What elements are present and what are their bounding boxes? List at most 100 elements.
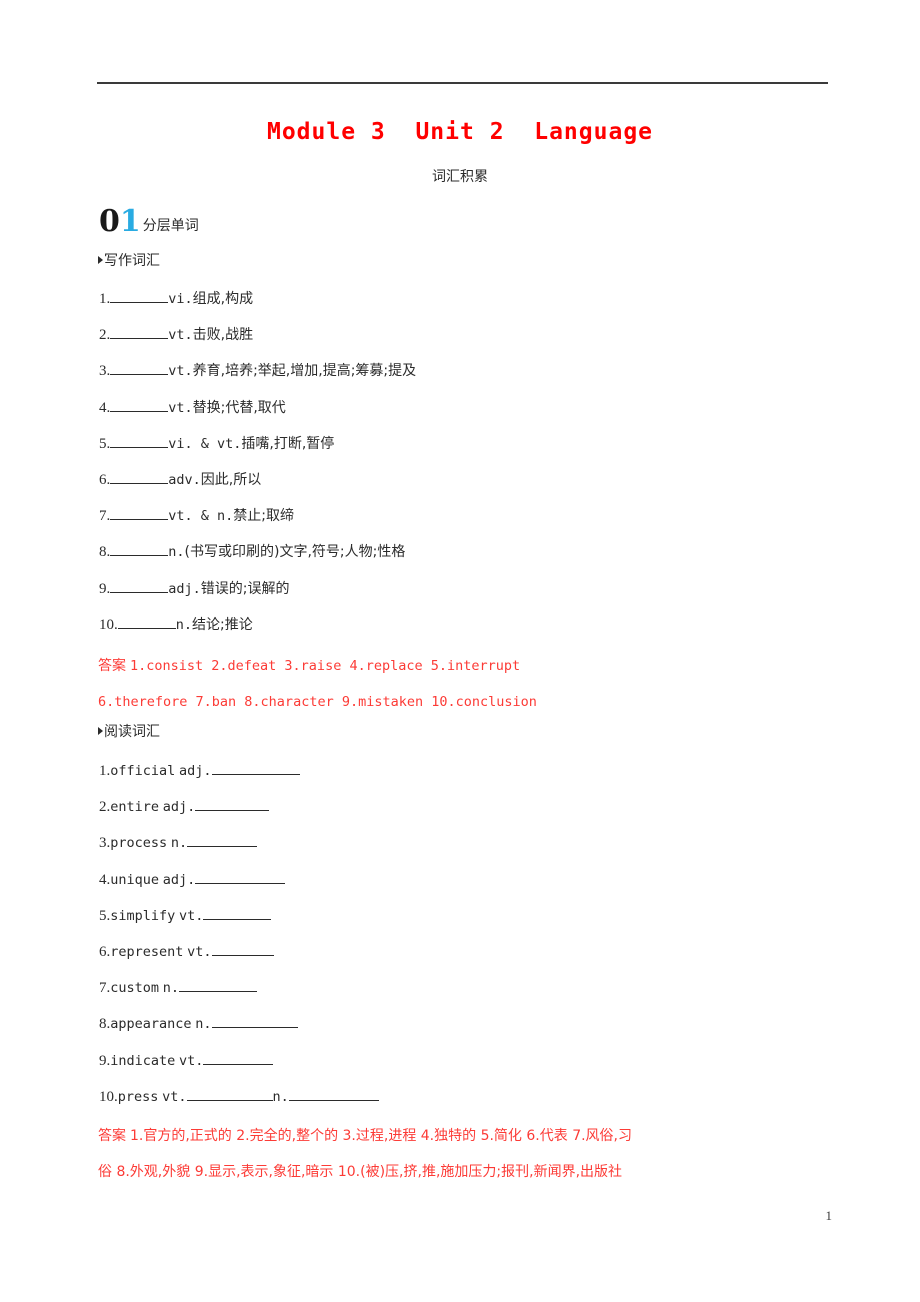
- part-of-speech: n.: [168, 544, 185, 561]
- reading-answers-text-1: 1.官方的,正式的 2.完全的,整个的 3.过程,进程 4.独特的 5.简化 6…: [130, 1128, 633, 1144]
- writing-vocab-item: 4. vt.替换;代替,取代: [99, 398, 286, 418]
- answer-blank[interactable]: [203, 906, 272, 920]
- writing-vocab-item: 10. n.结论;推论: [99, 615, 253, 635]
- triangle-bullet-icon: [98, 256, 103, 264]
- reading-vocab-item: 3.process n.: [99, 833, 258, 853]
- writing-answers-line-2: 6.therefore 7.ban 8.character 9.mistaken…: [98, 694, 537, 710]
- english-word: simplify: [110, 907, 176, 924]
- answer-blank[interactable]: [211, 942, 274, 956]
- answer-blank-secondary[interactable]: [288, 1087, 379, 1101]
- part-of-speech: adj.: [162, 799, 196, 816]
- answer-blank[interactable]: [117, 615, 176, 629]
- page-subtitle: 词汇积累: [432, 169, 488, 185]
- reading-answers-line-2: 俗 8.外观,外貌 9.显示,表示,象征,暗示 10.(被)压,挤,推,施加压力…: [98, 1164, 623, 1180]
- part-of-speech: vt.: [168, 327, 193, 344]
- section-badge-label: 分层单词: [142, 218, 199, 234]
- item-index: 10.: [99, 1088, 118, 1105]
- item-meaning: 结论;推论: [192, 616, 253, 633]
- english-word: represent: [110, 944, 184, 960]
- answer-blank[interactable]: [186, 1087, 273, 1101]
- part-of-speech: vt.: [168, 363, 193, 380]
- item-meaning: (书写或印刷的)文字,符号;人物;性格: [184, 544, 406, 561]
- reading-vocab-heading: 阅读词汇: [98, 721, 160, 741]
- part-of-speech: n.: [175, 616, 193, 633]
- part-of-speech: adj.: [179, 763, 212, 779]
- reading-answers-line-1: 答案 1.官方的,正式的 2.完全的,整个的 3.过程,进程 4.独特的 5.简…: [98, 1118, 833, 1154]
- header-divider: [97, 82, 828, 84]
- english-word: custom: [110, 980, 160, 997]
- page-title: Module 3 Unit 2 Language: [266, 119, 654, 145]
- item-index: 4.: [99, 871, 111, 888]
- answer-blank[interactable]: [195, 797, 270, 812]
- writing-vocab-heading: 写作词汇: [98, 250, 160, 270]
- badge-digit-one: 1: [119, 204, 141, 239]
- part-of-speech: n.: [170, 835, 188, 852]
- answer-blank[interactable]: [211, 761, 300, 775]
- item-meaning: 养育,培养;举起,增加,提高;筹募;提及: [192, 363, 417, 380]
- answer-blank[interactable]: [110, 289, 169, 303]
- part-of-speech: vt.: [187, 944, 212, 960]
- reading-vocab-item: 8.appearance n.: [99, 1014, 298, 1034]
- answer-blank[interactable]: [110, 506, 169, 521]
- english-word: unique: [110, 871, 160, 888]
- answer-blank[interactable]: [211, 1014, 298, 1029]
- part-of-speech: vt.: [179, 907, 204, 924]
- item-index: 5.: [99, 907, 111, 924]
- item-index: 3.: [99, 363, 111, 380]
- answer-blank[interactable]: [110, 470, 169, 484]
- writing-vocab-item: 9. adj.错误的;误解的: [99, 579, 289, 599]
- answer-blank[interactable]: [110, 398, 169, 412]
- part-of-speech: n.: [195, 1016, 212, 1033]
- answer-blank[interactable]: [195, 870, 286, 884]
- reading-answers-block: 答案 1.官方的,正式的 2.完全的,整个的 3.过程,进程 4.独特的 5.简…: [98, 1118, 833, 1190]
- part-of-speech: vt.: [162, 1088, 187, 1105]
- item-meaning: 禁止;取缔: [233, 508, 294, 525]
- answer-blank[interactable]: [203, 1051, 274, 1065]
- english-word: indicate: [110, 1052, 176, 1069]
- part-of-speech: adj.: [162, 871, 196, 888]
- writing-answers-block: 答案 1.consist 2.defeat 3.raise 4.replace …: [98, 648, 833, 720]
- reading-vocab-item: 10.press vt. n.: [99, 1087, 379, 1107]
- writing-vocab-heading-label: 写作词汇: [104, 253, 160, 269]
- item-index: 6.: [99, 472, 111, 488]
- answers-label: 答案: [98, 1128, 126, 1144]
- item-index: 4.: [99, 399, 111, 416]
- answer-blank[interactable]: [110, 579, 169, 593]
- item-meaning: 击败,战胜: [192, 327, 254, 344]
- part-of-speech-secondary: n.: [272, 1088, 289, 1105]
- answer-blank[interactable]: [110, 361, 169, 376]
- answer-blank[interactable]: [110, 325, 169, 340]
- item-index: 1.: [99, 763, 111, 779]
- english-word: press: [117, 1088, 159, 1105]
- reading-vocab-item: 1.official adj.: [99, 761, 300, 781]
- part-of-speech: adj.: [168, 580, 201, 597]
- item-index: 2.: [99, 799, 111, 816]
- item-index: 5.: [99, 435, 111, 452]
- item-index: 9.: [99, 1052, 111, 1069]
- item-index: 7.: [99, 508, 111, 525]
- item-index: 2.: [99, 327, 111, 344]
- part-of-speech: vi.: [168, 291, 193, 307]
- item-index: 9.: [99, 580, 111, 597]
- english-word: appearance: [110, 1016, 192, 1033]
- reading-vocab-item: 7.custom n.: [99, 978, 258, 998]
- writing-vocab-item: 2. vt.击败,战胜: [99, 325, 253, 345]
- answer-blank[interactable]: [110, 434, 169, 448]
- item-meaning: 错误的;误解的: [200, 580, 290, 597]
- english-word: official: [110, 763, 176, 779]
- reading-vocab-item: 4.unique adj.: [99, 870, 286, 890]
- answer-blank[interactable]: [179, 978, 258, 993]
- writing-answers-line-1: 答案 1.consist 2.defeat 3.raise 4.replace …: [98, 648, 833, 684]
- item-index: 8.: [99, 544, 111, 561]
- item-index: 8.: [99, 1016, 111, 1033]
- triangle-bullet-icon: [98, 727, 103, 735]
- english-word: process: [110, 835, 168, 852]
- writing-vocab-item: 3. vt.养育,培养;举起,增加,提高;筹募;提及: [99, 361, 416, 381]
- reading-vocab-item: 5.simplify vt.: [99, 906, 272, 926]
- answer-blank[interactable]: [187, 833, 258, 848]
- part-of-speech: n.: [162, 980, 180, 997]
- item-meaning: 插嘴,打断,暂停: [241, 435, 335, 452]
- item-index: 6.: [99, 944, 111, 960]
- answer-blank[interactable]: [110, 542, 169, 557]
- item-index: 7.: [99, 980, 111, 997]
